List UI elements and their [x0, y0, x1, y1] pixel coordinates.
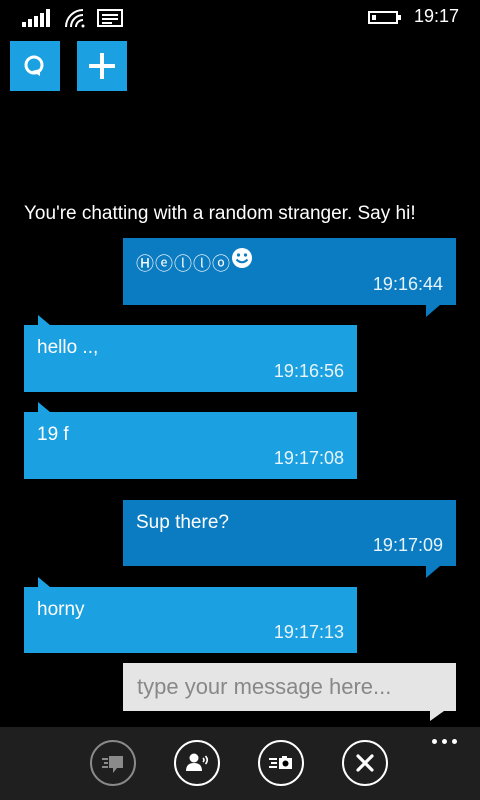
message-text: hello ..,: [37, 337, 99, 358]
chat-search-icon: [24, 55, 44, 76]
message-input-box[interactable]: [123, 663, 456, 721]
voice-user-button[interactable]: [174, 740, 220, 786]
status-time: 19:17: [414, 6, 460, 26]
message-bubble-incoming[interactable]: 19 f 19:17:08: [24, 402, 357, 479]
app-bar: [0, 727, 480, 800]
message-bubble-incoming[interactable]: hello .., 19:16:56: [24, 315, 357, 392]
close-button[interactable]: [342, 740, 388, 786]
chat-bubble-icon: [102, 756, 123, 773]
intro-text: You're chatting with a random stranger. …: [24, 203, 416, 224]
message-text: Ⓗⓔⓛⓛⓞ: [136, 254, 231, 274]
message-time: 19:17:13: [273, 622, 344, 642]
bubble-tail: [38, 577, 50, 587]
voice-user-icon: [186, 753, 209, 771]
close-icon: [356, 754, 374, 772]
message-time: 19:16:44: [372, 274, 443, 294]
chat-search-button[interactable]: [10, 41, 60, 91]
signal-icon: [22, 9, 54, 27]
message-text: horny: [37, 599, 85, 620]
message-bubble-outgoing[interactable]: Sup there? 19:17:09: [123, 500, 456, 578]
bubble-tail: [38, 315, 50, 325]
message-text: Sup there?: [136, 512, 229, 533]
message-time: 19:17:09: [372, 535, 443, 555]
bubble-tail: [38, 402, 50, 412]
message-bubble-outgoing[interactable]: Ⓗⓔⓛⓛⓞ 19:16:44: [123, 238, 456, 317]
add-button[interactable]: [77, 41, 127, 91]
more-dots-icon[interactable]: [432, 739, 458, 745]
plus-icon: [89, 53, 115, 79]
bubble-tail: [426, 566, 440, 578]
message-time: 19:16:56: [273, 361, 344, 381]
status-bar: 19:17: [0, 0, 480, 36]
wifi-icon: [65, 9, 85, 28]
message-input[interactable]: [123, 663, 456, 711]
input-tail: [430, 711, 444, 721]
message-bubble-incoming[interactable]: horny 19:17:13: [24, 577, 357, 653]
chat-bubble-button[interactable]: [90, 740, 136, 786]
smiley-icon: [232, 248, 252, 268]
message-time: 19:17:08: [273, 448, 344, 468]
battery-icon: [368, 11, 401, 24]
photo-message-button[interactable]: [258, 740, 304, 786]
bubble-tail: [426, 305, 440, 317]
photo-message-icon: [269, 756, 292, 769]
message-text: 19 f: [37, 424, 69, 445]
message-icon: [97, 9, 123, 27]
